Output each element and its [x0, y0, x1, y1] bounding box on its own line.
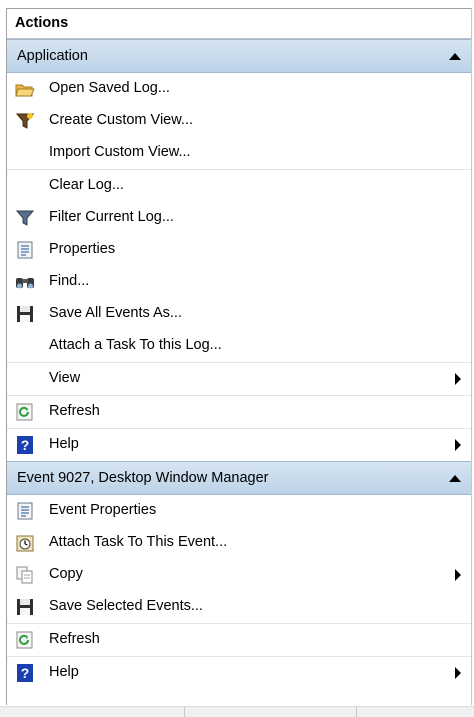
- action-open-saved-log[interactable]: Open Saved Log...: [7, 73, 471, 105]
- help-icon: ?: [17, 664, 33, 682]
- submenu-arrow-icon: [455, 667, 461, 679]
- action-label: View: [49, 370, 81, 386]
- action-label: Filter Current Log...: [49, 209, 174, 225]
- submenu-arrow-icon: [455, 373, 461, 385]
- refresh-icon: [16, 631, 33, 649]
- action-clear-log[interactable]: Clear Log...: [7, 169, 471, 202]
- action-label: Create Custom View...: [49, 112, 193, 128]
- action-label: Save All Events As...: [49, 305, 182, 321]
- properties-icon: [17, 241, 33, 259]
- refresh-icon: [16, 403, 33, 421]
- section-header-event[interactable]: Event 9027, Desktop Window Manager: [7, 461, 471, 495]
- section-title: Application: [17, 48, 88, 64]
- action-attach-task-to-event[interactable]: Attach Task To This Event...: [7, 527, 471, 559]
- collapse-arrow-icon[interactable]: [449, 53, 461, 60]
- section-header-application[interactable]: Application: [7, 39, 471, 73]
- create-filter-icon: [15, 113, 35, 129]
- save-disk-icon: [17, 599, 33, 615]
- action-label: Help: [49, 664, 79, 680]
- action-label: Clear Log...: [49, 177, 124, 193]
- action-help[interactable]: ? Help: [7, 428, 471, 461]
- filter-icon: [15, 210, 35, 226]
- save-disk-icon: [17, 306, 33, 322]
- action-label: Find...: [49, 273, 90, 289]
- action-label: Attach a Task To this Log...: [49, 337, 222, 353]
- action-label: Event Properties: [49, 502, 157, 518]
- svg-text:?: ?: [21, 437, 30, 453]
- action-label: Copy: [49, 566, 83, 582]
- properties-icon: [17, 502, 33, 520]
- action-refresh-event[interactable]: Refresh: [7, 623, 471, 656]
- action-copy[interactable]: Copy: [7, 559, 471, 591]
- action-create-custom-view[interactable]: Create Custom View...: [7, 105, 471, 137]
- svg-text:?: ?: [21, 665, 30, 681]
- action-import-custom-view[interactable]: Import Custom View...: [7, 137, 471, 169]
- collapse-arrow-icon[interactable]: [449, 475, 461, 482]
- action-label: Attach Task To This Event...: [49, 534, 228, 550]
- action-filter-current-log[interactable]: Filter Current Log...: [7, 202, 471, 234]
- action-label: Open Saved Log...: [49, 80, 170, 96]
- status-bar: [0, 706, 474, 717]
- actions-panel: Actions Application Open Saved Log... Cr…: [6, 8, 472, 705]
- action-label: Properties: [49, 241, 116, 257]
- action-event-properties[interactable]: Event Properties: [7, 495, 471, 527]
- panel-title: Actions: [7, 9, 471, 39]
- submenu-arrow-icon: [455, 569, 461, 581]
- action-refresh[interactable]: Refresh: [7, 395, 471, 428]
- action-label: Import Custom View...: [49, 144, 191, 160]
- action-properties[interactable]: Properties: [7, 234, 471, 266]
- section-title: Event 9027, Desktop Window Manager: [17, 470, 269, 486]
- copy-icon: [16, 566, 33, 584]
- task-clock-icon: [16, 535, 34, 552]
- action-find[interactable]: Find...: [7, 266, 471, 298]
- action-save-selected-events[interactable]: Save Selected Events...: [7, 591, 471, 623]
- submenu-arrow-icon: [455, 439, 461, 451]
- action-label: Help: [49, 436, 79, 452]
- help-icon: ?: [17, 436, 33, 454]
- action-label: Refresh: [49, 631, 100, 647]
- action-attach-task-to-log[interactable]: Attach a Task To this Log...: [7, 330, 471, 362]
- action-save-all-events[interactable]: Save All Events As...: [7, 298, 471, 330]
- binoculars-icon: [16, 278, 34, 289]
- action-view[interactable]: View: [7, 362, 471, 395]
- action-help-event[interactable]: ? Help: [7, 656, 471, 689]
- open-folder-icon: [15, 84, 35, 97]
- action-label: Save Selected Events...: [49, 598, 203, 614]
- action-label: Refresh: [49, 403, 100, 419]
